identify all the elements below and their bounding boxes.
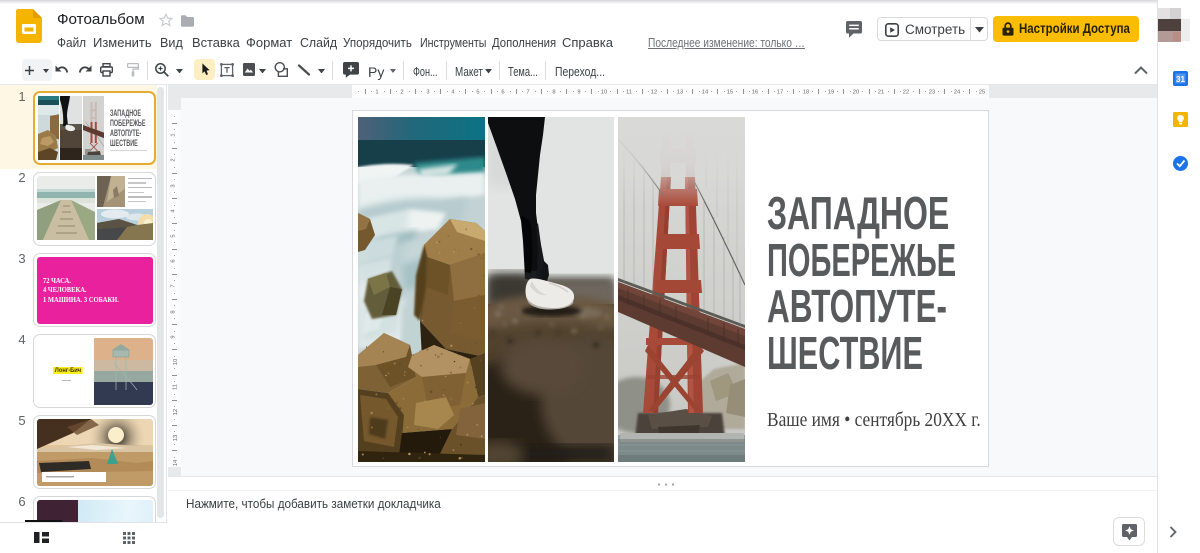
svg-text:31: 31 [1176, 75, 1185, 84]
